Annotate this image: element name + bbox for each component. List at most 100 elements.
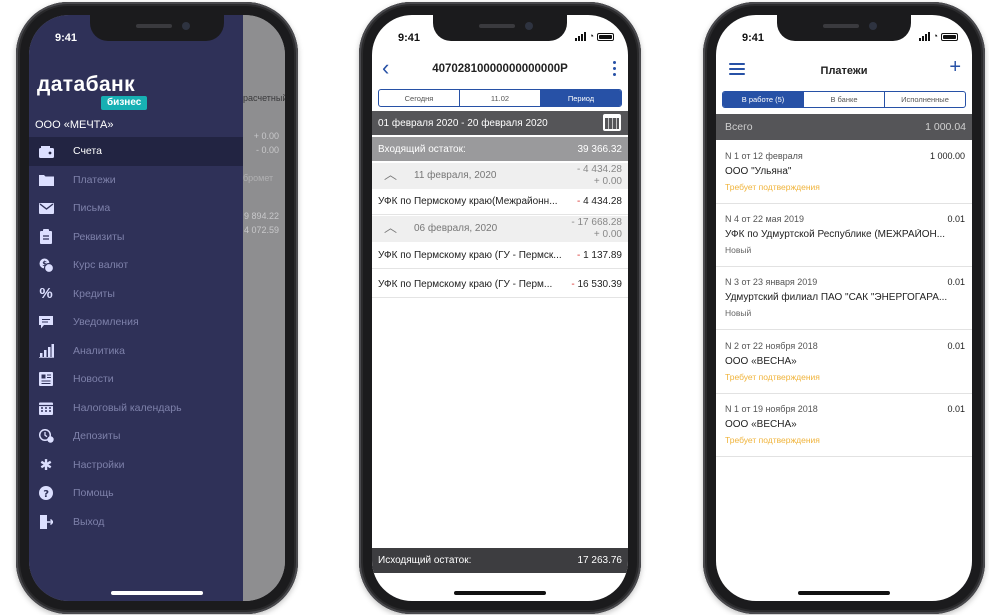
wallet-icon <box>38 144 54 158</box>
tab-in-bank[interactable]: В банке <box>803 92 884 107</box>
screen: 9:41 расчетный + 0.00 - 0.00 бромет 9 89… <box>29 15 285 601</box>
payment-item[interactable]: N 4 от 22 мая 2019 0.01 УФК по Удмуртской… <box>716 204 972 267</box>
collapse-chevron-icon[interactable]: ︿ <box>384 221 397 234</box>
total-bar: Всего 1 000.04 <box>716 114 972 140</box>
closing-balance-label: Исходящий остаток: <box>378 555 472 566</box>
brand-logo-tag: бизнес <box>101 96 148 110</box>
camera <box>182 22 190 30</box>
payment-item[interactable]: N 2 от 22 ноября 2018 0.01 ООО «ВЕСНА» Тр… <box>716 331 972 394</box>
transaction-row[interactable]: УФК по Пермскому краю (ГУ - Перм... - 16… <box>372 272 628 298</box>
menu-item-logout[interactable]: Выход <box>29 508 243 537</box>
payment-amount: 0.01 <box>947 277 965 287</box>
closing-balance: Исходящий остаток: 17 263.76 <box>372 548 628 573</box>
payment-amount: 1 000.00 <box>929 151 965 161</box>
payment-payee: ООО «ВЕСНА» <box>725 356 797 367</box>
date-group-header[interactable]: ︿ 06 февраля, 2020 - 17 668.28 + 0.00 <box>372 216 628 242</box>
system-icons: ◔ <box>574 32 614 41</box>
menu-item-label: Новости <box>73 373 114 386</box>
transaction-payee: УФК по Пермскому краю (ГУ - Пермск... <box>378 250 562 261</box>
payment-amount: 0.01 <box>947 404 965 414</box>
calendar-icon[interactable] <box>603 114 621 131</box>
menu-item-label: Налоговый календарь <box>73 401 182 414</box>
tab-in-progress[interactable]: В работе (5) <box>723 92 803 107</box>
opening-balance-value: 39 366.32 <box>577 143 623 155</box>
envelope-icon <box>38 201 54 215</box>
add-payment-icon[interactable]: + <box>949 57 961 77</box>
transaction-row[interactable]: УФК по Пермскому краю (ГУ - Пермск... - … <box>372 243 628 269</box>
menu-item-help[interactable]: ? Помощь <box>29 479 243 508</box>
menu-item-news[interactable]: Новости <box>29 365 243 394</box>
status-time: 9:41 <box>398 32 421 44</box>
tab-today[interactable]: Сегодня <box>379 90 459 106</box>
camera <box>525 22 533 30</box>
speaker <box>136 24 172 28</box>
menu-item-label: Реквизиты <box>73 230 125 243</box>
period-segmented-control: Сегодня 11.02 Период <box>378 89 622 107</box>
home-indicator[interactable] <box>111 591 203 595</box>
signal-icon <box>574 32 586 41</box>
background-value: - 0.00 <box>255 145 279 155</box>
signal-icon <box>918 32 930 41</box>
total-value: 1 000.04 <box>925 121 966 133</box>
screen: 9:41 ◔ ‹ 40702810000000000000Р Сегодня 1… <box>372 15 628 601</box>
transaction-amount: - 16 530.39 <box>571 279 622 290</box>
menu-item-label: Настройки <box>73 458 125 471</box>
group-date: 11 февраля, 2020 <box>414 170 497 181</box>
payment-item[interactable]: N 3 от 23 января 2019 0.01 Удмуртский фил… <box>716 267 972 330</box>
menu-item-label: Курс валют <box>73 259 129 272</box>
bar-chart-icon <box>38 343 54 358</box>
menu-item-analytics[interactable]: Аналитика <box>29 337 243 366</box>
menu-item-credits[interactable]: % Кредиты <box>29 280 243 309</box>
payment-header: N 1 от 12 февраля 1 000.00 <box>725 151 965 161</box>
svg-text:?: ? <box>43 489 49 500</box>
phone-menu: 9:41 расчетный + 0.00 - 0.00 бромет 9 89… <box>16 2 298 614</box>
menu-item-letters[interactable]: Письма <box>29 194 243 223</box>
tab-completed[interactable]: Исполненные <box>884 92 965 107</box>
payment-payee: УФК по Удмуртской Республике (МЕЖРАЙОН..… <box>725 229 946 240</box>
payment-number: N 1 от 12 февраля <box>725 151 803 161</box>
transaction-row[interactable]: УФК по Пермскому краю(Межрайонн... - 4 4… <box>372 189 628 215</box>
payment-number: N 1 от 19 ноября 2018 <box>725 404 818 414</box>
menu-item-label: Аналитика <box>73 344 125 357</box>
home-indicator[interactable] <box>454 591 546 595</box>
background-accounts-screen[interactable]: расчетный + 0.00 - 0.00 бромет 9 894.22 … <box>243 15 285 601</box>
status-segmented-control: В работе (5) В банке Исполненные <box>722 91 966 108</box>
currency-exchange-icon: $ <box>38 258 54 273</box>
home-indicator[interactable] <box>798 591 890 595</box>
status-time: 9:41 <box>55 32 78 44</box>
menu-item-requisites[interactable]: Реквизиты <box>29 223 243 252</box>
percent-icon: % <box>39 285 53 303</box>
more-vertical-icon[interactable] <box>613 61 616 76</box>
menu-item-settings[interactable]: ✱ Настройки <box>29 451 243 480</box>
menu-item-accounts[interactable]: Счета <box>29 137 243 166</box>
notch <box>777 15 911 41</box>
menu-item-deposits[interactable]: Депозиты <box>29 422 243 451</box>
battery-icon <box>597 32 614 41</box>
date-range-bar[interactable]: 01 февраля 2020 - 20 февраля 2020 <box>372 111 628 135</box>
payment-item[interactable]: N 1 от 12 февраля 1 000.00 ООО "Ульяна" Т… <box>716 141 972 204</box>
side-drawer: датабанк бизнес ООО «МЕЧТА» Счета Платеж… <box>29 15 243 601</box>
tab-period[interactable]: Период <box>540 90 621 106</box>
gear-icon: ✱ <box>39 456 53 474</box>
transaction-amount-value: 4 434.28 <box>583 196 622 207</box>
menu-item-exchange-rates[interactable]: $ Курс валют <box>29 251 243 280</box>
payment-item[interactable]: N 1 от 19 ноября 2018 0.01 ООО «ВЕСНА» Тр… <box>716 394 972 457</box>
transaction-payee: УФК по Пермскому краю (ГУ - Перм... <box>378 279 553 290</box>
menu-item-label: Счета <box>73 145 102 158</box>
menu-item-notifications[interactable]: Уведомления <box>29 308 243 337</box>
transaction-amount-value: 1 137.89 <box>583 250 622 261</box>
menu-item-label: Уведомления <box>73 316 139 329</box>
payment-number: N 4 от 22 мая 2019 <box>725 214 805 224</box>
payment-number: N 2 от 22 ноября 2018 <box>725 341 818 351</box>
menu-item-payments[interactable]: Платежи <box>29 166 243 195</box>
tab-date[interactable]: 11.02 <box>459 90 540 106</box>
group-credit: + 0.00 <box>593 176 622 187</box>
menu-item-tax-calendar[interactable]: Налоговый календарь <box>29 394 243 423</box>
collapse-chevron-icon[interactable]: ︿ <box>384 168 397 181</box>
date-group-header[interactable]: ︿ 11 февраля, 2020 - 4 434.28 + 0.00 <box>372 163 628 189</box>
payment-payee: ООО «ВЕСНА» <box>725 419 797 430</box>
background-value: 4 072.59 <box>243 225 279 235</box>
chat-bubble-icon <box>38 315 54 329</box>
payment-payee: ООО "Ульяна" <box>725 166 792 177</box>
company-name[interactable]: ООО «МЕЧТА» <box>35 119 113 131</box>
